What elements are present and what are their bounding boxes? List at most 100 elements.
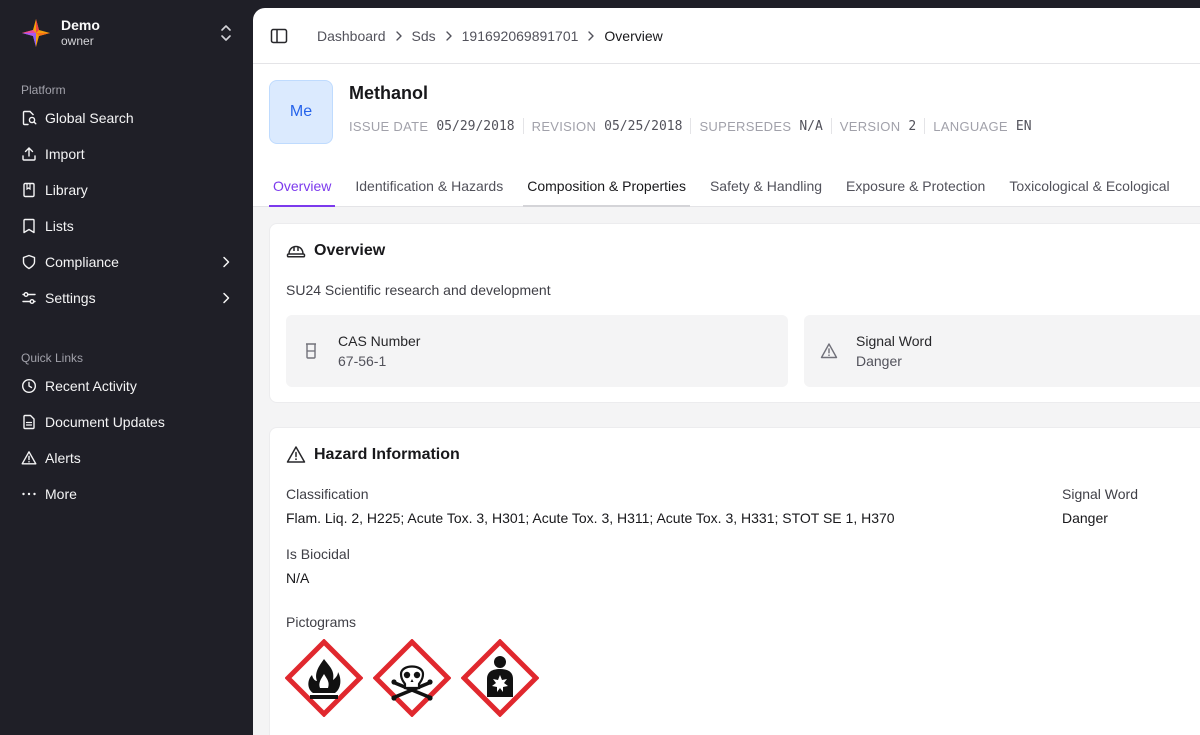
tab-composition-properties[interactable]: Composition & Properties xyxy=(523,170,690,207)
sidebar-toggle-icon[interactable] xyxy=(270,27,288,45)
card-title: Overview xyxy=(314,242,386,259)
clock-icon xyxy=(21,378,37,394)
sidebar-item-label: Settings xyxy=(45,290,96,306)
sidebar-item-more[interactable]: More xyxy=(0,476,253,512)
cas-label: CAS Number xyxy=(338,333,421,349)
tab-bar: Overview Identification & Hazards Compos… xyxy=(253,170,1200,207)
chevron-right-icon xyxy=(223,256,230,268)
sidebar-item-lists[interactable]: Lists xyxy=(0,208,253,244)
chevron-right-icon xyxy=(445,30,452,41)
tab-toxicological-ecological[interactable]: Toxicological & Ecological xyxy=(1005,170,1173,207)
org-role: owner xyxy=(61,34,94,48)
warning-icon xyxy=(820,343,838,359)
sidebar-item-library[interactable]: Library xyxy=(0,172,253,208)
chevron-right-icon xyxy=(395,30,402,41)
sidebar-item-label: Alerts xyxy=(45,450,81,466)
meta-value: 2 xyxy=(908,118,917,134)
hard-hat-icon xyxy=(286,245,306,258)
sidebar-item-compliance[interactable]: Compliance xyxy=(0,244,253,280)
cas-value: 67-56-1 xyxy=(338,353,387,369)
breadcrumb-sds[interactable]: Sds xyxy=(412,28,436,44)
signal-word-value: Danger xyxy=(856,353,902,369)
meta-label: ISSUE DATE xyxy=(349,118,429,134)
bookmark-icon xyxy=(23,218,35,234)
file-text-icon xyxy=(23,414,35,430)
ellipsis-icon xyxy=(22,492,36,496)
chevron-right-icon xyxy=(588,30,595,41)
org-logo-icon xyxy=(22,19,50,47)
divider xyxy=(830,118,832,134)
upload-icon xyxy=(22,147,36,161)
tab-safety-handling[interactable]: Safety & Handling xyxy=(706,170,826,207)
sidebar-item-import[interactable]: Import xyxy=(0,136,253,172)
biocidal-label: Is Biocidal xyxy=(286,546,350,562)
document-meta: ISSUE DATE 05/29/2018 REVISION 05/25/201… xyxy=(349,118,1032,134)
sidebar-item-recent-activity[interactable]: Recent Activity xyxy=(0,368,253,404)
warning-icon xyxy=(286,446,306,463)
sidebar: Demo owner Platform Global Search Import… xyxy=(0,0,253,735)
main-panel: Dashboard Sds 191692069891701 Overview M… xyxy=(253,8,1200,735)
sidebar-item-label: Global Search xyxy=(45,110,134,126)
tab-exposure-protection[interactable]: Exposure & Protection xyxy=(842,170,989,207)
chevron-right-icon xyxy=(223,292,230,304)
platform-section: Platform Global Search Import Library Li… xyxy=(0,80,253,316)
meta-value: EN xyxy=(1015,118,1032,134)
cas-number-tile: CAS Number 67-56-1 xyxy=(286,315,788,387)
breadcrumb: Dashboard Sds 191692069891701 Overview xyxy=(317,28,663,44)
beaker-icon xyxy=(306,343,316,359)
divider xyxy=(690,118,692,134)
sidebar-item-label: More xyxy=(45,486,77,502)
meta-label: REVISION xyxy=(531,118,597,134)
meta-revision: REVISION 05/25/2018 xyxy=(532,119,683,134)
platform-heading: Platform xyxy=(21,83,66,97)
sidebar-item-label: Compliance xyxy=(45,254,119,270)
meta-value: 05/29/2018 xyxy=(436,118,515,134)
sidebar-item-document-updates[interactable]: Document Updates xyxy=(0,404,253,440)
hazard-information-card: Hazard Information Classification Flam. … xyxy=(269,427,1200,735)
signal-word-label: Signal Word xyxy=(856,333,933,349)
card-header: Hazard Information xyxy=(286,445,460,465)
signal-word-value: Danger xyxy=(1062,510,1108,526)
page-title: Methanol xyxy=(349,83,428,103)
card-header: Overview xyxy=(286,241,385,261)
tab-identification-hazards[interactable]: Identification & Hazards xyxy=(351,170,507,207)
meta-language: LANGUAGE EN xyxy=(933,119,1031,134)
book-icon xyxy=(23,182,35,198)
flame-pictogram-icon xyxy=(285,639,363,717)
meta-label: VERSION xyxy=(839,118,901,134)
sidebar-item-alerts[interactable]: Alerts xyxy=(0,440,253,476)
sidebar-item-label: Import xyxy=(45,146,85,162)
health-hazard-pictogram-icon xyxy=(461,639,539,717)
sidebar-item-global-search[interactable]: Global Search xyxy=(0,100,253,136)
overview-card: Overview SU24 Scientific research and de… xyxy=(269,223,1200,403)
chevrons-up-down-icon xyxy=(221,25,231,41)
skull-crossbones-pictogram-icon xyxy=(373,639,451,717)
quick-links-section: Quick Links Recent Activity Document Upd… xyxy=(0,348,253,512)
signal-word-tile: Signal Word Danger xyxy=(804,315,1200,387)
sliders-icon xyxy=(22,292,36,304)
sidebar-item-settings[interactable]: Settings xyxy=(0,280,253,316)
tab-overview[interactable]: Overview xyxy=(269,170,336,207)
shield-icon xyxy=(22,254,36,270)
document-avatar: Me xyxy=(269,80,333,144)
meta-issue-date: ISSUE DATE 05/29/2018 xyxy=(349,119,515,134)
meta-value: N/A xyxy=(799,118,823,134)
classification-label: Classification xyxy=(286,486,369,502)
meta-label: SUPERSEDES xyxy=(699,118,792,134)
warning-icon xyxy=(21,451,37,465)
breadcrumb-document-id[interactable]: 191692069891701 xyxy=(462,28,579,44)
signal-word-label: Signal Word xyxy=(1062,486,1139,502)
divider xyxy=(522,118,524,134)
breadcrumb-dashboard[interactable]: Dashboard xyxy=(317,28,386,44)
classification-value: Flam. Liq. 2, H225; Acute Tox. 3, H301; … xyxy=(286,510,895,526)
meta-label: LANGUAGE xyxy=(933,118,1008,134)
meta-version: VERSION 2 xyxy=(840,119,916,134)
sidebar-item-label: Document Updates xyxy=(45,414,165,430)
card-title: Hazard Information xyxy=(314,446,460,463)
org-name: Demo xyxy=(61,17,100,33)
document-header: Me Methanol ISSUE DATE 05/29/2018 REVISI… xyxy=(269,80,1189,144)
org-switcher[interactable]: Demo owner xyxy=(21,16,233,50)
pictograms-label: Pictograms xyxy=(286,614,357,630)
sidebar-item-label: Lists xyxy=(45,218,74,234)
search-document-icon xyxy=(22,110,37,126)
